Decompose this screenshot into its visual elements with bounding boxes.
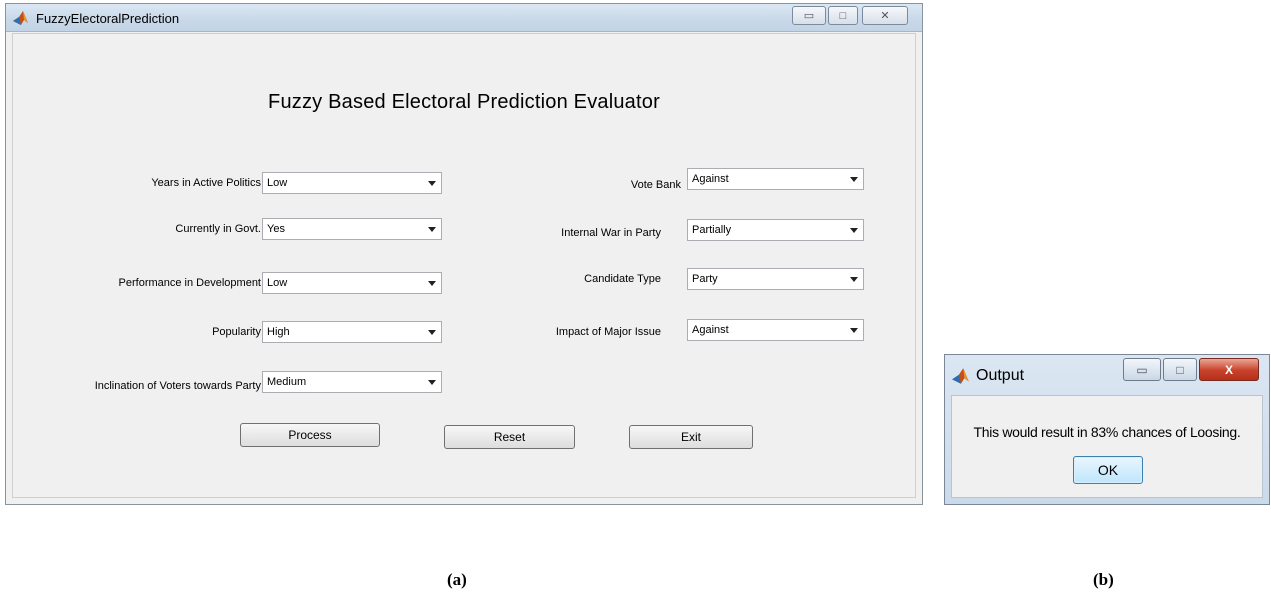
close-button[interactable]: ✕	[862, 6, 908, 25]
reset-button[interactable]: Reset	[444, 425, 575, 449]
dialog-maximize-button[interactable]: □	[1163, 358, 1197, 381]
minimize-button[interactable]: ▭	[792, 6, 826, 25]
process-button[interactable]: Process	[240, 423, 380, 447]
page-title: Fuzzy Based Electoral Prediction Evaluat…	[268, 91, 660, 113]
dialog-minimize-button[interactable]: ▭	[1123, 358, 1161, 381]
main-window-titlebar[interactable]: FuzzyElectoralPrediction ▭ □ ✕	[6, 4, 922, 32]
maximize-icon: □	[1176, 362, 1184, 377]
dropdown-inclination-voters[interactable]: Medium	[262, 371, 442, 393]
caption-b: (b)	[1093, 570, 1114, 589]
output-dialog: Output ▭ □ X This would result in 83% ch…	[944, 354, 1270, 505]
label-inclination-voters: Inclination of Voters towards Party	[94, 380, 261, 392]
dropdown-value: Against	[692, 173, 729, 185]
label-vote-bank: Vote Bank	[630, 179, 681, 191]
dialog-window-controls: ▭ □ X	[1123, 358, 1261, 382]
label-candidate-type: Candidate Type	[584, 273, 661, 285]
caption-a: (a)	[447, 570, 467, 589]
label-performance-development: Performance in Development	[118, 277, 261, 289]
matlab-logo-icon	[13, 11, 28, 25]
dropdown-value: Low	[267, 277, 288, 289]
minimize-icon: ▭	[803, 10, 815, 22]
dropdown-value: Low	[267, 177, 288, 189]
label-internal-war-party: Internal War in Party	[561, 227, 661, 239]
ok-button[interactable]: OK	[1073, 456, 1143, 484]
dropdown-value: Party	[692, 273, 718, 285]
output-dialog-title: Output	[976, 367, 1025, 384]
main-window-client: Fuzzy Based Electoral Prediction Evaluat…	[12, 33, 916, 498]
chevron-down-icon	[845, 270, 862, 288]
output-dialog-client: This would result in 83% chances of Loos…	[951, 395, 1263, 498]
chevron-down-icon	[845, 321, 862, 339]
window-controls: ▭ □ ✕	[792, 6, 912, 26]
chevron-down-icon	[845, 221, 862, 239]
dropdown-candidate-type[interactable]: Party	[687, 268, 864, 290]
chevron-down-icon	[423, 373, 440, 391]
chevron-down-icon	[423, 274, 440, 292]
dropdown-popularity[interactable]: High	[262, 321, 442, 343]
main-window-title: FuzzyElectoralPrediction	[36, 11, 180, 26]
exit-button[interactable]: Exit	[629, 425, 753, 449]
maximize-button[interactable]: □	[828, 6, 858, 25]
label-impact-major-issue: Impact of Major Issue	[555, 326, 661, 338]
output-message: This would result in 83% chances of Loos…	[973, 424, 1241, 440]
dropdown-performance-development[interactable]: Low	[262, 272, 442, 294]
dropdown-value: High	[267, 326, 290, 338]
chevron-down-icon	[423, 220, 440, 238]
dropdown-value: Partially	[692, 224, 732, 236]
main-window: FuzzyElectoralPrediction ▭ □ ✕ Fuzzy Bas…	[5, 3, 923, 505]
dropdown-impact-major-issue[interactable]: Against	[687, 319, 864, 341]
dropdown-value: Medium	[267, 376, 307, 388]
chevron-down-icon	[423, 323, 440, 341]
minimize-icon: ▭	[1136, 362, 1148, 377]
maximize-icon: □	[839, 9, 847, 22]
close-icon: X	[1224, 362, 1233, 377]
dropdown-value: Against	[692, 324, 729, 336]
label-popularity: Popularity	[212, 326, 261, 338]
label-years-active-politics: Years in Active Politics	[151, 177, 261, 189]
chevron-down-icon	[423, 174, 440, 192]
dropdown-value: Yes	[267, 223, 285, 235]
chevron-down-icon	[845, 170, 862, 188]
dropdown-vote-bank[interactable]: Against	[687, 168, 864, 190]
dropdown-internal-war-party[interactable]: Partially	[687, 219, 864, 241]
label-currently-in-govt: Currently in Govt.	[175, 223, 261, 235]
dropdown-currently-in-govt[interactable]: Yes	[262, 218, 442, 240]
dropdown-years-active-politics[interactable]: Low	[262, 172, 442, 194]
matlab-logo-icon	[952, 368, 969, 384]
dialog-close-button[interactable]: X	[1199, 358, 1259, 381]
close-icon: ✕	[880, 10, 890, 22]
